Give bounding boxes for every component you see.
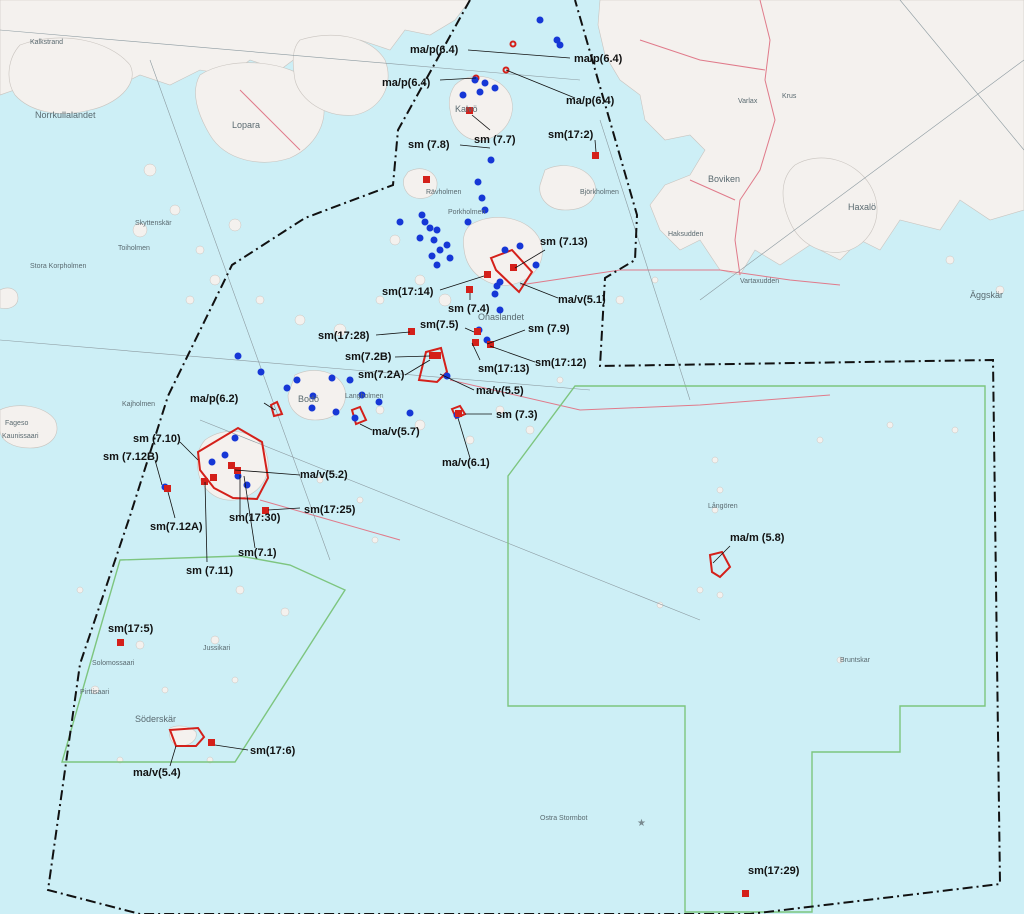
annotation-label: sm(17:12) [535, 357, 587, 369]
annotation-label: ma/m (5.8) [730, 532, 785, 544]
annotation-label: sm(17:30) [229, 512, 281, 524]
annotation-label: sm(17:28) [318, 330, 370, 342]
place-name: Lopara [232, 120, 260, 130]
annotation-label: sm(7.1) [238, 547, 277, 559]
annotation-label: sm(17:5) [108, 623, 154, 635]
place-name: Haksudden [668, 231, 704, 238]
annotation-label: sm (7.11) [186, 565, 233, 577]
place-name: Fageso [5, 420, 28, 427]
annotation-label: sm (7.13) [540, 236, 588, 248]
place-name: Toiholmen [118, 245, 150, 252]
place-name: Vartaxudden [740, 278, 779, 285]
place-name: Skyttenskär [135, 220, 172, 227]
annotation-label: ma/v(5.5) [476, 385, 524, 397]
annotation-label: sm (7.8) [408, 139, 450, 151]
annotation-label: sm (7.10) [133, 433, 181, 445]
annotation-label: sm(17:25) [304, 504, 356, 516]
star-icon: ★ [637, 818, 646, 829]
place-name: Varlax [738, 98, 758, 105]
annotation-label: sm (7.4) [448, 303, 490, 315]
annotation-label: sm (7.7) [474, 134, 516, 146]
place-name: Bruntskar [840, 657, 871, 664]
place-name: Söderskär [135, 714, 176, 724]
annotation-label: sm(17:6) [250, 745, 296, 757]
annotation-label: ma/v(5.4) [133, 767, 181, 779]
annotation-label: sm (7.9) [528, 323, 570, 335]
annotation-label: ma/v(6.1) [442, 457, 490, 469]
place-name: Langholmen [345, 393, 384, 400]
place-name: Pirttisaari [80, 689, 110, 696]
annotation-label: sm(7.2B) [345, 351, 392, 363]
annotation-label: sm(7.12A) [150, 521, 203, 533]
map-canvas: Kalkstrand Norrkullalandet Lopara Kalvö … [0, 0, 1024, 914]
place-name: Jussikari [203, 645, 231, 652]
annotation-label: ma/p(6.4) [410, 44, 459, 56]
place-name: Kajholmen [122, 401, 155, 408]
annotation-label: sm(7.2A) [358, 369, 405, 381]
annotation-label: ma/v(5.2) [300, 469, 348, 481]
place-name: Ostra Stormbot [540, 815, 588, 822]
annotation-label: sm(17:2) [548, 129, 594, 141]
place-name: Haxalö [848, 202, 876, 212]
place-name: Solomossaari [92, 660, 135, 667]
annotation-label: ma/p(6.2) [190, 393, 239, 405]
annotation-label: sm(7.5) [420, 319, 459, 331]
place-name: Krus [782, 93, 797, 100]
annotation-label: sm(17:14) [382, 286, 434, 298]
annotation-label: ma/p(6.4) [574, 53, 623, 65]
annotation-label: sm (7.3) [496, 409, 538, 421]
place-name: Stora Korpholmen [30, 263, 87, 270]
place-name: Äggskär [970, 290, 1003, 300]
place-name: Björkholmen [580, 189, 619, 196]
annotation-label: ma/v(5.7) [372, 426, 420, 438]
place-name: Rävholmen [426, 189, 462, 196]
annotation-label: ma/p(6.4) [382, 77, 431, 89]
annotation-label: ma/p(6.4) [566, 95, 615, 107]
place-name: Kaunissaari [2, 433, 39, 440]
place-name: Bodö [298, 394, 319, 404]
annotation-label: sm(17:29) [748, 865, 800, 877]
annotation-label: sm(17:13) [478, 363, 530, 375]
place-name: Boviken [708, 174, 740, 184]
place-name: Långören [708, 502, 738, 510]
annotation-label: ma/v(5.1) [558, 294, 606, 306]
place-name: Norrkullalandet [35, 110, 96, 120]
place-name: Kalkstrand [30, 39, 63, 46]
annotation-label: sm (7.12B) [103, 451, 159, 463]
place-name: Kalvö [455, 104, 478, 114]
place-name: Porkholmen [448, 209, 485, 216]
